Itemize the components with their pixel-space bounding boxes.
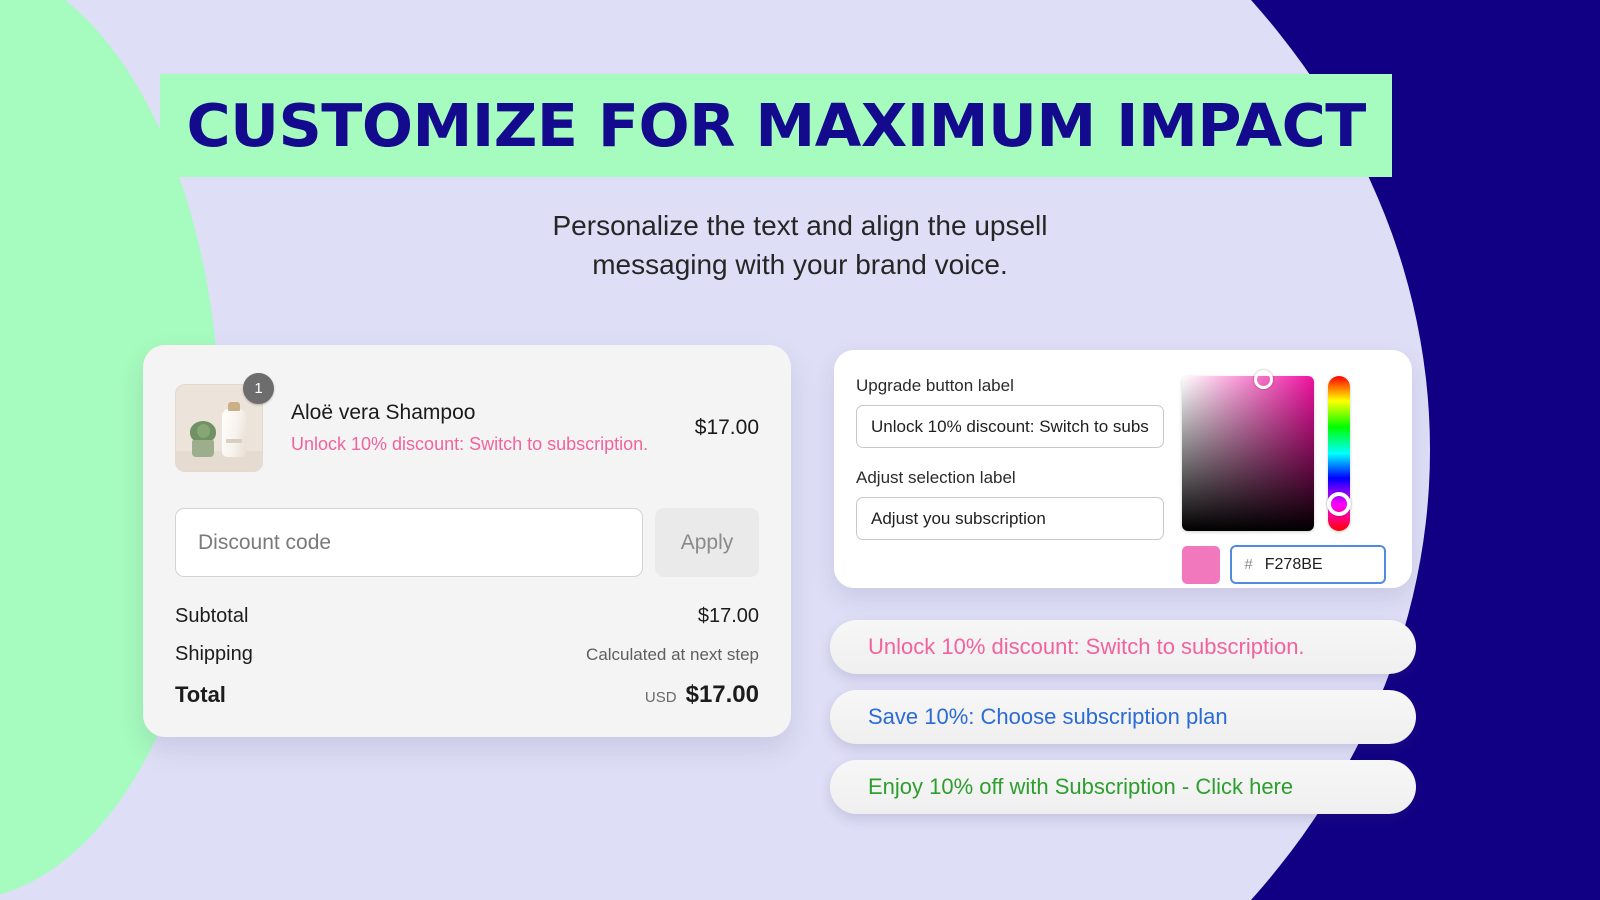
cart-summary-card: 1 Aloë vera Shampoo Unlock 10% discount:… bbox=[143, 345, 791, 737]
adjust-selection-label-label: Adjust selection label bbox=[856, 468, 1016, 487]
bottle-label-icon bbox=[226, 439, 242, 443]
subtitle-line-2: messaging with your brand voice. bbox=[592, 249, 1008, 280]
shipping-label: Shipping bbox=[175, 643, 253, 665]
summary-row-total: Total USD $17.00 bbox=[175, 681, 759, 709]
total-amount: $17.00 bbox=[685, 681, 759, 708]
color-picker-top bbox=[1182, 370, 1390, 531]
bottle-cap-icon bbox=[228, 402, 240, 411]
subtotal-label: Subtotal bbox=[175, 605, 249, 627]
saturation-value-handle[interactable] bbox=[1254, 370, 1274, 389]
hex-input-wrapper[interactable]: # bbox=[1230, 545, 1387, 584]
page-subtitle: Personalize the text and align the upsel… bbox=[0, 206, 1600, 284]
adjust-selection-label-input[interactable] bbox=[856, 497, 1164, 540]
quantity-badge: 1 bbox=[243, 373, 274, 404]
saturation-value-square[interactable] bbox=[1182, 370, 1315, 531]
settings-panel: Upgrade button label Adjust selection la… bbox=[834, 350, 1412, 588]
product-upsell-link[interactable]: Unlock 10% discount: Switch to subscript… bbox=[291, 434, 677, 455]
summary-row-shipping: Shipping Calculated at next step bbox=[175, 643, 759, 666]
pot-icon bbox=[192, 440, 214, 457]
product-thumbnail-wrap: 1 bbox=[175, 373, 274, 472]
discount-code-input[interactable] bbox=[175, 508, 643, 577]
bottle-icon bbox=[222, 409, 246, 457]
discount-row: Apply bbox=[175, 508, 759, 577]
total-value-group: USD $17.00 bbox=[645, 681, 759, 709]
total-label: Total bbox=[175, 682, 226, 707]
cart-line-item: 1 Aloë vera Shampoo Unlock 10% discount:… bbox=[175, 373, 759, 483]
order-summary: Subtotal $17.00 Shipping Calculated at n… bbox=[175, 605, 759, 709]
preview-button-blue[interactable]: Save 10%: Choose subscription plan bbox=[830, 690, 1416, 744]
upgrade-button-label-input[interactable] bbox=[856, 405, 1164, 448]
title-banner: CUSTOMIZE FOR MAXIMUM IMPACT bbox=[160, 74, 1392, 177]
upgrade-button-label-label: Upgrade button label bbox=[856, 376, 1014, 395]
color-picker: # bbox=[1182, 370, 1390, 584]
plant-highlight-icon bbox=[197, 424, 210, 438]
shipping-value: Calculated at next step bbox=[586, 645, 759, 664]
preview-button-pink[interactable]: Unlock 10% discount: Switch to subscript… bbox=[830, 620, 1416, 674]
settings-fields: Upgrade button label Adjust selection la… bbox=[856, 376, 1164, 562]
hue-slider-handle[interactable] bbox=[1327, 492, 1352, 516]
page-title: CUSTOMIZE FOR MAXIMUM IMPACT bbox=[186, 91, 1366, 160]
product-title: Aloë vera Shampoo bbox=[291, 401, 476, 424]
hue-slider[interactable] bbox=[1327, 376, 1352, 531]
product-image-floor bbox=[176, 451, 262, 471]
color-swatch[interactable] bbox=[1182, 545, 1221, 584]
apply-discount-button[interactable]: Apply bbox=[655, 508, 759, 577]
subtotal-value: $17.00 bbox=[697, 605, 759, 627]
product-price: $17.00 bbox=[694, 416, 759, 439]
product-info: Aloë vera Shampoo Unlock 10% discount: S… bbox=[263, 401, 677, 455]
summary-row-subtotal: Subtotal $17.00 bbox=[175, 605, 759, 628]
page-root: CUSTOMIZE FOR MAXIMUM IMPACT Personalize… bbox=[0, 0, 1600, 900]
subtitle-line-1: Personalize the text and align the upsel… bbox=[552, 210, 1048, 241]
color-picker-bottom: # bbox=[1182, 545, 1390, 584]
hex-color-input[interactable] bbox=[1264, 555, 1365, 574]
total-currency: USD bbox=[644, 689, 677, 706]
hash-icon: # bbox=[1244, 556, 1253, 573]
preview-button-green[interactable]: Enjoy 10% off with Subscription - Click … bbox=[830, 760, 1416, 814]
